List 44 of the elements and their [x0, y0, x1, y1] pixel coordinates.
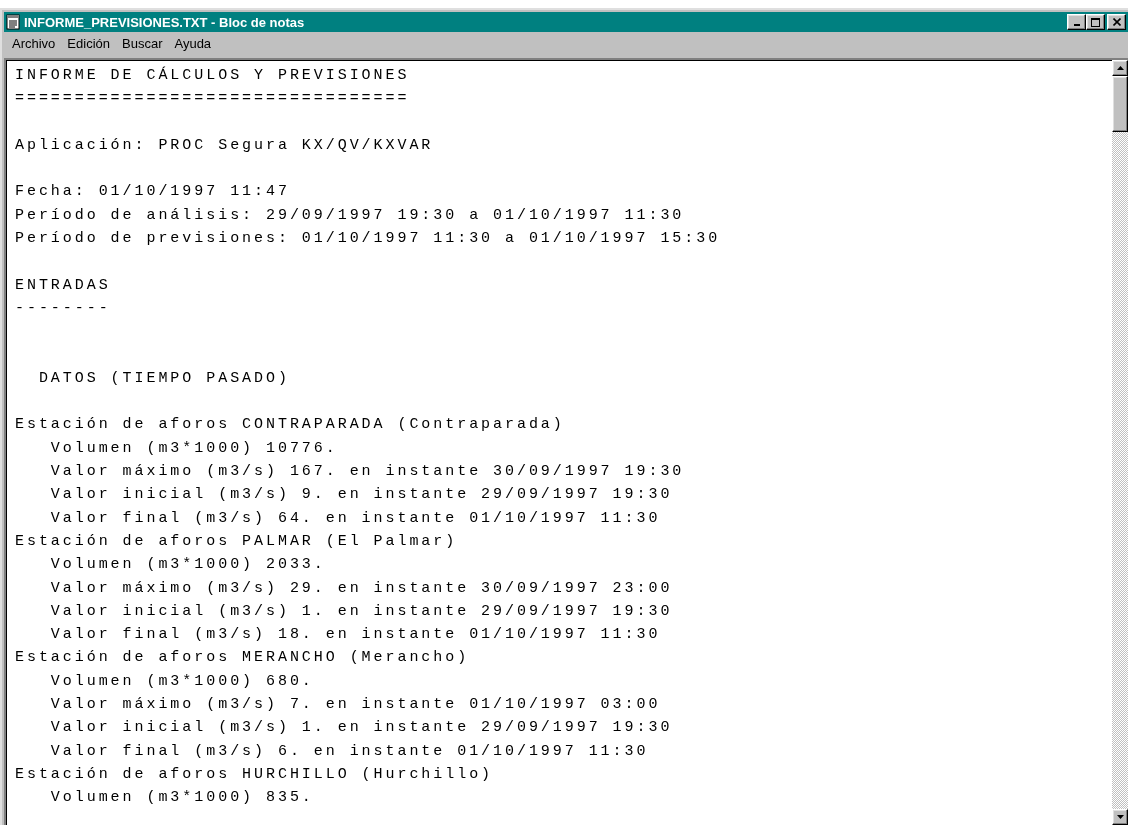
text-line: Valor final (m3/s) 64. en instante 01/10/1997 11:30	[49, 509, 661, 527]
down-arrow-icon	[1116, 815, 1124, 819]
text-line: Valor máximo (m3/s) 29. en instante 30/09/1997 23:00	[49, 579, 673, 597]
menu-item[interactable]: Archivo	[6, 33, 62, 53]
text-line: Estación de aforos CONTRAPARADA (Contraparada)	[15, 416, 565, 434]
text-line: =================================	[15, 90, 410, 108]
text-line: ENTRADAS	[15, 276, 111, 294]
maximize-icon	[1091, 17, 1100, 27]
text-line: Estación de aforos HURCHILLO (Hurchillo)	[15, 765, 494, 783]
text-line: Período de previsiones: 01/10/1997 11:30 a 01/10/1997 15:30	[15, 230, 721, 248]
text-line: Estación de aforos PALMAR (El Palmar)	[15, 532, 458, 550]
text-line: Valor máximo (m3/s) 167. en instante 30/09/1997 19:30	[49, 463, 685, 481]
text-line: DATOS (TIEMPO PASADO)	[37, 369, 290, 387]
maximize-button[interactable]	[1086, 14, 1105, 30]
text-line: Volumen (m3*1000) 680.	[49, 672, 314, 690]
text-line: --------	[15, 299, 111, 317]
menu-item[interactable]: Buscar	[116, 33, 169, 53]
text-line: Volumen (m3*1000) 2033.	[49, 556, 326, 574]
text-line: Valor inicial (m3/s) 1. en instante 29/09/1997 19:30	[49, 719, 673, 737]
scroll-thumb[interactable]	[1112, 76, 1128, 132]
close-button[interactable]	[1107, 14, 1126, 30]
text-line: Valor máximo (m3/s) 7. en instante 01/10/1997 03:00	[49, 696, 661, 713]
scroll-up-button[interactable]	[1112, 60, 1128, 76]
text-line: Aplicación: PROC Segura KX/QV/KXVAR	[15, 136, 434, 154]
text-line: Valor final (m3/s) 18. en instante 01/10/1997 11:30	[49, 626, 661, 644]
text-line: Fecha: 01/10/1997 11:47	[15, 183, 290, 201]
close-icon	[1112, 18, 1121, 26]
text-line: Valor inicial (m3/s) 1. en instante 29/09/1997 19:30	[49, 602, 673, 620]
text-line: INFORME DE CÁLCULOS Y PREVISIONES	[15, 67, 410, 84]
menu-item[interactable]: Edición	[61, 33, 116, 53]
text-line: Estación de aforos MERANCHO (Merancho)	[15, 649, 470, 667]
up-arrow-icon	[1116, 66, 1124, 70]
scroll-down-button[interactable]	[1112, 809, 1128, 825]
text-area[interactable]	[6, 60, 1112, 825]
notepad-icon	[6, 14, 20, 30]
text-line: Volumen (m3*1000) 835.	[49, 789, 314, 807]
menu-item[interactable]: Ayuda	[168, 33, 218, 53]
window-title: INFORME_PREVISIONES.TXT - Bloc de notas	[24, 14, 306, 30]
text-line: Volumen (m3*1000) 10776.	[49, 439, 338, 457]
text-line: Valor final (m3/s) 6. en instante 01/10/1997 11:30	[49, 742, 649, 760]
text-line: Período de análisis: 29/09/1997 19:30 a 01/10/1997 11:30	[15, 206, 685, 224]
scrollbar[interactable]	[1112, 60, 1128, 825]
minimize-button[interactable]	[1067, 14, 1086, 30]
text-line: Valor inicial (m3/s) 9. en instante 29/09/1997 19:30	[49, 486, 673, 504]
